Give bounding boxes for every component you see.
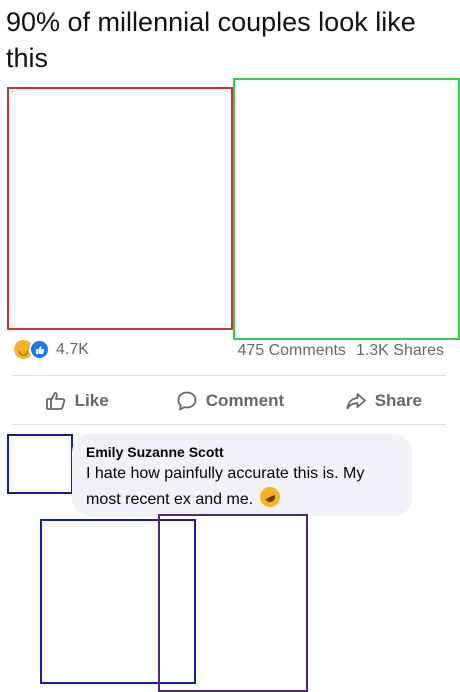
like-button[interactable]: Like (0, 382, 153, 420)
engagement-counts: 475 Comments 1.3K Shares (237, 342, 444, 360)
like-reaction-icon (29, 339, 50, 360)
divider-top (12, 375, 446, 376)
post-title: 90% of millennial couples look like this (6, 7, 416, 73)
thumbs-up-icon (45, 390, 67, 412)
comment-button[interactable]: Comment (153, 382, 306, 420)
divider-bottom (12, 424, 446, 425)
comment-text-body: I hate how painfully accurate this is. M… (86, 465, 365, 508)
comment-photo-right[interactable] (158, 514, 308, 692)
like-label: Like (74, 391, 109, 410)
post-image-left[interactable] (7, 87, 233, 330)
share-button[interactable]: Share (307, 382, 460, 420)
reactions-summary[interactable]: ◡ 4.7K (14, 339, 89, 360)
reaction-count: 4.7K (56, 340, 89, 358)
comment-bubble: Emily Suzanne Scott I hate how painfully… (72, 434, 412, 516)
comment-text: I hate how painfully accurate this is. M… (86, 461, 398, 513)
commenter-avatar[interactable] (7, 434, 73, 494)
shares-count[interactable]: 1.3K Shares (356, 342, 444, 360)
comment-bubble-icon (176, 390, 198, 412)
share-arrow-icon (345, 390, 367, 412)
comment-author[interactable]: Emily Suzanne Scott (86, 444, 398, 460)
comment-label: Comment (205, 391, 285, 410)
rofl-emoji-icon (256, 483, 283, 511)
comments-count[interactable]: 475 Comments (237, 342, 346, 360)
post-image-right[interactable] (233, 78, 460, 340)
share-label: Share (374, 391, 422, 410)
post-actions: Like Comment Share (0, 382, 460, 420)
